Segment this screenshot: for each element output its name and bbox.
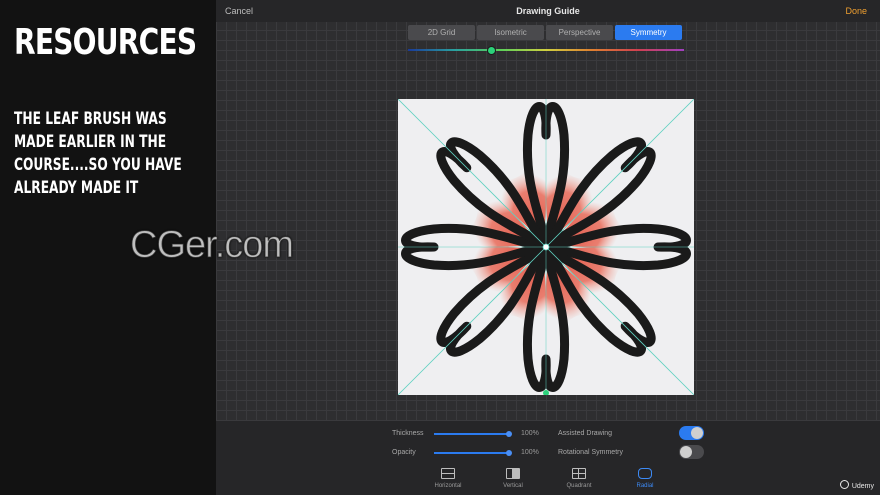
guide-settings-panel: Thickness 100% Opacity 100% Assisted Dra…	[216, 421, 880, 495]
symmetry-center[interactable]	[542, 243, 550, 251]
udemy-logo: Udemy	[839, 480, 874, 490]
rotational-symmetry-label: Rotational Symmetry	[558, 449, 623, 456]
tab-isometric[interactable]: Isometric	[477, 25, 544, 40]
option-vertical[interactable]: Vertical	[493, 468, 533, 489]
opacity-value: 100%	[521, 449, 539, 456]
done-button[interactable]: Done	[845, 6, 867, 16]
resources-title: RESOURCES	[14, 22, 197, 63]
assisted-drawing-toggle[interactable]	[679, 426, 704, 440]
thickness-slider[interactable]	[434, 433, 508, 435]
guide-color-slider[interactable]	[408, 49, 684, 51]
assisted-drawing-label: Assisted Drawing	[558, 430, 613, 437]
top-bar: Cancel Drawing Guide Done	[216, 0, 880, 22]
thickness-knob[interactable]	[506, 431, 512, 437]
quadrant-symmetry-icon	[572, 468, 586, 479]
thickness-label: Thickness	[392, 430, 424, 437]
tab-perspective[interactable]: Perspective	[546, 25, 613, 40]
guide-type-tabs: 2D Grid Isometric Perspective Symmetry	[408, 25, 682, 40]
vertical-symmetry-icon	[506, 468, 520, 479]
rotation-handle[interactable]	[543, 390, 549, 395]
radial-symmetry-icon	[638, 468, 652, 479]
watermark: CGer.com	[129, 224, 294, 267]
opacity-slider[interactable]	[434, 452, 508, 454]
tab-symmetry[interactable]: Symmetry	[615, 25, 682, 40]
opacity-label: Opacity	[392, 449, 416, 456]
resources-body: THE LEAF BRUSH WAS MADE EARLIER IN THE C…	[14, 109, 182, 198]
guide-color-knob[interactable]	[487, 46, 496, 55]
drawing-guide-screen: Cancel Drawing Guide Done 2D Grid Isomet…	[216, 0, 880, 495]
udemy-icon	[839, 480, 849, 489]
option-horizontal[interactable]: Horizontal	[428, 468, 468, 489]
thickness-value: 100%	[521, 430, 539, 437]
symmetry-canvas[interactable]	[398, 99, 694, 395]
radial-leaf-artwork	[398, 99, 694, 395]
option-radial[interactable]: Radial	[625, 468, 665, 489]
tab-2d-grid[interactable]: 2D Grid	[408, 25, 475, 40]
horizontal-symmetry-icon	[441, 468, 455, 479]
option-quadrant[interactable]: Quadrant	[559, 468, 599, 489]
screen-title: Drawing Guide	[516, 6, 580, 16]
rotational-symmetry-toggle[interactable]	[679, 445, 704, 459]
opacity-knob[interactable]	[506, 450, 512, 456]
